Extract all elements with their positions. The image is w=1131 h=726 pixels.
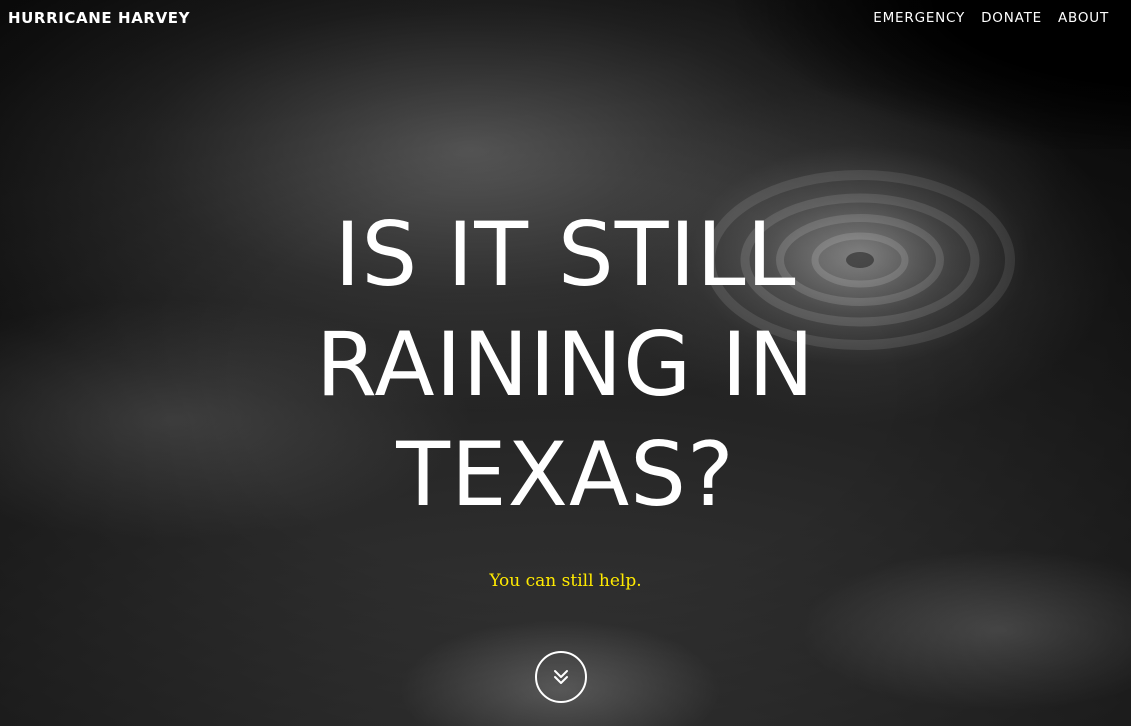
headline-line-3: TEXAS? [396,423,735,526]
headline-line-2: RAINING IN [315,313,816,416]
hero-subtitle: You can still help. [489,571,642,591]
hero-headline: IS IT STILL RAINING IN TEXAS? [0,200,1131,530]
double-chevron-down-icon [554,670,568,684]
nav-about[interactable]: ABOUT [1058,10,1109,26]
headline-line-1: IS IT STILL [334,203,797,306]
scroll-down-button[interactable] [535,651,587,703]
brand-logo-link[interactable]: HURRICANE HARVEY [8,9,190,27]
nav-donate[interactable]: DONATE [981,10,1042,26]
nav-emergency[interactable]: EMERGENCY [873,10,965,26]
top-nav: EMERGENCY DONATE ABOUT [873,10,1109,26]
hero-page: HURRICANE HARVEY EMERGENCY DONATE ABOUT … [0,0,1131,726]
